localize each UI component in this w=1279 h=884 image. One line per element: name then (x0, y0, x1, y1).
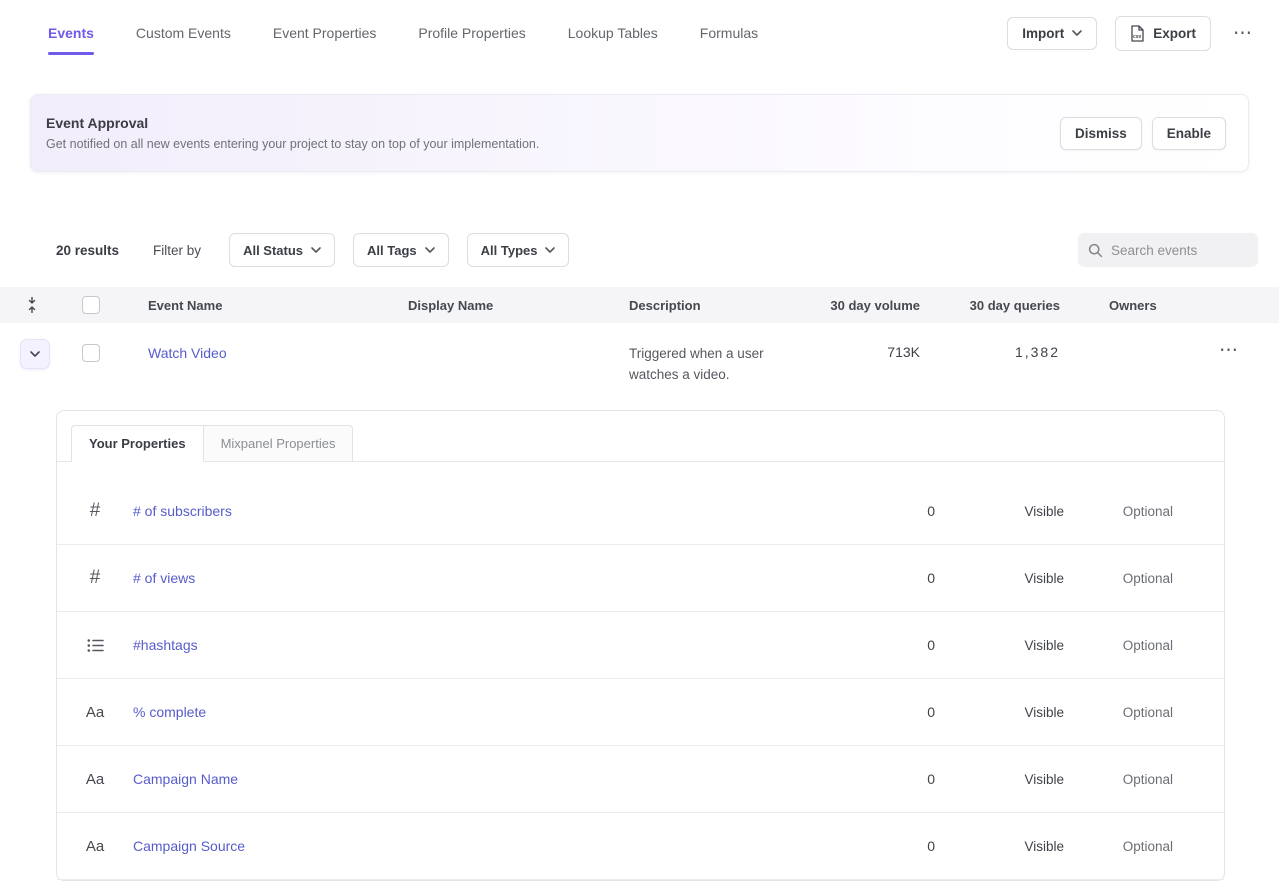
property-row: #hashtags 0 Visible Optional (57, 612, 1224, 679)
csv-export-icon: csv (1130, 25, 1145, 42)
header-volume: 30 day volume (801, 298, 920, 313)
property-value: 0 (773, 637, 935, 653)
chevron-down-icon (311, 247, 321, 253)
chevron-down-icon (1072, 30, 1082, 36)
export-button-label: Export (1153, 26, 1196, 41)
property-visibility: Visible (935, 772, 1064, 787)
header-description: Description (611, 298, 801, 313)
enable-button[interactable]: Enable (1152, 117, 1226, 150)
status-filter-label: All Status (243, 243, 303, 258)
property-value: 0 (773, 838, 935, 854)
banner-actions: Dismiss Enable (1060, 117, 1226, 150)
property-visibility: Visible (935, 638, 1064, 653)
property-name-link[interactable]: Campaign Name (133, 771, 238, 787)
property-visibility: Visible (935, 571, 1064, 586)
property-row: Aa Campaign Source 0 Visible Optional (57, 813, 1224, 880)
property-value: 0 (773, 704, 935, 720)
dismiss-button[interactable]: Dismiss (1060, 117, 1142, 150)
property-row: Aa % complete 0 Visible Optional (57, 679, 1224, 746)
property-name-link[interactable]: #hashtags (133, 637, 198, 653)
lexicon-page: Events Custom Events Event Properties Pr… (0, 0, 1279, 884)
text-type-icon: Aa (86, 704, 104, 721)
banner-description: Get notified on all new events entering … (46, 137, 539, 151)
property-name-link[interactable]: # of subscribers (133, 503, 232, 519)
nav-more-button[interactable]: ⋯ (1229, 20, 1257, 47)
property-name-link[interactable]: Campaign Source (133, 838, 245, 854)
tab-your-properties[interactable]: Your Properties (71, 425, 204, 462)
top-nav: Events Custom Events Event Properties Pr… (0, 0, 1279, 66)
properties-list: # # of subscribers 0 Visible Optional # … (57, 462, 1224, 880)
event-approval-banner: Event Approval Get notified on all new e… (30, 94, 1249, 172)
number-type-icon: # (90, 500, 101, 522)
import-button[interactable]: Import (1007, 17, 1097, 50)
property-value: 0 (773, 771, 935, 787)
chevron-down-icon (425, 247, 435, 253)
status-filter-dropdown[interactable]: All Status (229, 233, 335, 267)
chevron-down-icon (30, 351, 40, 357)
table-header: Event Name Display Name Description 30 d… (0, 287, 1279, 323)
import-button-label: Import (1022, 26, 1064, 41)
tab-mixpanel-properties[interactable]: Mixpanel Properties (204, 425, 354, 461)
property-visibility: Visible (935, 705, 1064, 720)
collapse-all-icon[interactable] (25, 297, 39, 313)
property-row: # # of views 0 Visible Optional (57, 545, 1224, 612)
properties-panel: Your Properties Mixpanel Properties # # … (56, 410, 1225, 881)
property-requirement: Optional (1064, 504, 1173, 519)
list-type-icon (87, 638, 104, 653)
search-box (1078, 233, 1258, 267)
nav-actions: Import csv Export ⋯ (1007, 0, 1257, 66)
property-visibility: Visible (935, 839, 1064, 854)
property-visibility: Visible (935, 504, 1064, 519)
tab-events[interactable]: Events (48, 0, 94, 66)
text-type-icon: Aa (86, 838, 104, 855)
tags-filter-label: All Tags (367, 243, 417, 258)
header-owners: Owners (1101, 298, 1209, 313)
tab-custom-events[interactable]: Custom Events (136, 0, 231, 66)
types-filter-label: All Types (481, 243, 538, 258)
property-requirement: Optional (1064, 772, 1173, 787)
table-row: Watch Video Triggered when a user watche… (0, 323, 1279, 410)
properties-tabs: Your Properties Mixpanel Properties (57, 411, 1224, 462)
header-display-name: Display Name (390, 298, 611, 313)
chevron-down-icon (545, 247, 555, 253)
types-filter-dropdown[interactable]: All Types (467, 233, 570, 267)
property-requirement: Optional (1064, 705, 1173, 720)
row-checkbox[interactable] (82, 344, 100, 362)
property-name-link[interactable]: % complete (133, 704, 206, 720)
property-row: Aa Campaign Name 0 Visible Optional (57, 746, 1224, 813)
property-requirement: Optional (1064, 638, 1173, 653)
property-name-link[interactable]: # of views (133, 570, 195, 586)
banner-title: Event Approval (46, 115, 539, 131)
banner-text: Event Approval Get notified on all new e… (46, 115, 539, 151)
filter-by-label: Filter by (153, 243, 201, 258)
row-collapse-toggle[interactable] (20, 339, 50, 369)
tab-lookup-tables[interactable]: Lookup Tables (568, 0, 658, 66)
filter-bar: 20 results Filter by All Status All Tags… (0, 232, 1279, 268)
row-more-button[interactable]: ⋯ (1215, 337, 1243, 364)
tab-event-properties[interactable]: Event Properties (273, 0, 377, 66)
search-icon (1088, 243, 1103, 258)
tab-formulas[interactable]: Formulas (700, 0, 758, 66)
results-count: 20 results (56, 243, 119, 258)
tab-profile-properties[interactable]: Profile Properties (418, 0, 525, 66)
event-name-link[interactable]: Watch Video (148, 345, 227, 361)
export-button[interactable]: csv Export (1115, 16, 1211, 51)
description-cell: Triggered when a user watches a video. (611, 343, 789, 385)
tags-filter-dropdown[interactable]: All Tags (353, 233, 449, 267)
svg-text:csv: csv (1133, 34, 1142, 40)
search-input[interactable] (1111, 243, 1241, 258)
property-row: # # of subscribers 0 Visible Optional (57, 478, 1224, 545)
header-queries: 30 day queries (920, 298, 1060, 313)
header-event-name: Event Name (130, 298, 390, 313)
text-type-icon: Aa (86, 771, 104, 788)
property-requirement: Optional (1064, 839, 1173, 854)
property-value: 0 (773, 503, 935, 519)
property-requirement: Optional (1064, 571, 1173, 586)
select-all-checkbox[interactable] (82, 296, 100, 314)
property-value: 0 (773, 570, 935, 586)
volume-cell: 713K (801, 344, 920, 360)
nav-tabs: Events Custom Events Event Properties Pr… (48, 0, 758, 66)
queries-cell: 1,382 (920, 344, 1060, 360)
number-type-icon: # (90, 567, 101, 589)
